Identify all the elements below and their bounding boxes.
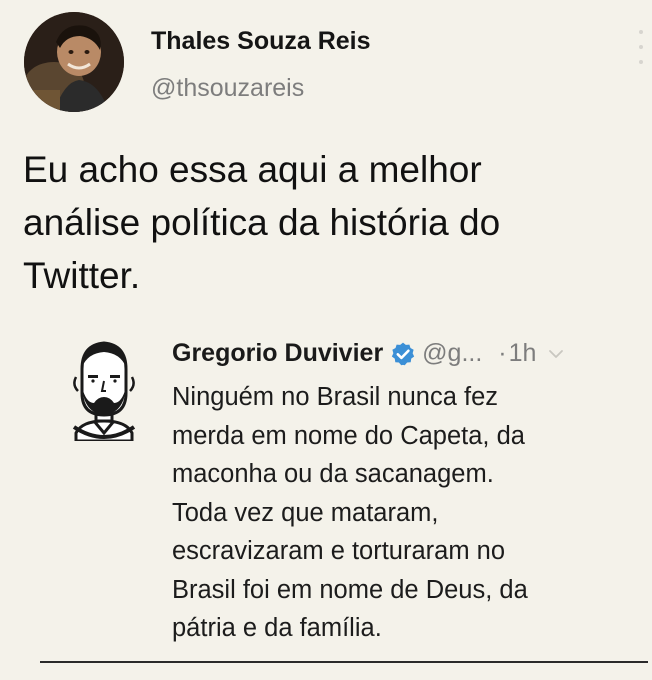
author-handle[interactable]: @thsouzareis: [151, 74, 304, 103]
quoted-author-handle[interactable]: @g...: [422, 339, 482, 368]
more-menu-icon[interactable]: [636, 30, 646, 64]
quoted-avatar[interactable]: [70, 337, 138, 441]
quoted-text-line: Toda vez que mataram,: [172, 498, 439, 527]
quoted-text-line: merda em nome do Capeta, da: [172, 421, 525, 450]
tweet-card: Thales Souza Reis @thsouzareis Eu acho e…: [0, 0, 652, 680]
quoted-tweet-text: Ninguém no Brasil nunca fez merda em nom…: [172, 378, 642, 648]
tweet-text: Eu acho essa aqui a melhor análise polít…: [23, 143, 623, 302]
bottom-divider: [40, 661, 648, 663]
dot-separator: ·: [498, 339, 507, 367]
chevron-down-icon[interactable]: [548, 346, 564, 362]
author-avatar[interactable]: [24, 12, 124, 112]
quoted-avatar-illustration: [72, 341, 136, 441]
tweet-text-line: Eu acho essa aqui a melhor: [23, 149, 482, 190]
verified-badge-icon: [390, 341, 416, 367]
quoted-tweet-header: Gregorio Duvivier @g... · 1h: [172, 339, 564, 368]
author-name[interactable]: Thales Souza Reis: [151, 27, 371, 56]
author-avatar-photo: [24, 12, 124, 112]
quoted-timestamp[interactable]: 1h: [509, 339, 537, 368]
tweet-text-line: análise política da história do: [23, 202, 501, 243]
quoted-text-line: escravizaram e torturaram no: [172, 537, 506, 565]
quoted-text-line: Brasil foi em nome de Deus, da: [172, 575, 528, 604]
quoted-author-name[interactable]: Gregorio Duvivier: [172, 339, 383, 368]
tweet-text-line: Twitter.: [23, 255, 141, 296]
quoted-text-line: pátria e da família.: [172, 614, 382, 642]
quoted-text-line: maconha ou da sacanagem.: [172, 460, 494, 488]
quoted-text-line: Ninguém no Brasil nunca fez: [172, 383, 499, 411]
